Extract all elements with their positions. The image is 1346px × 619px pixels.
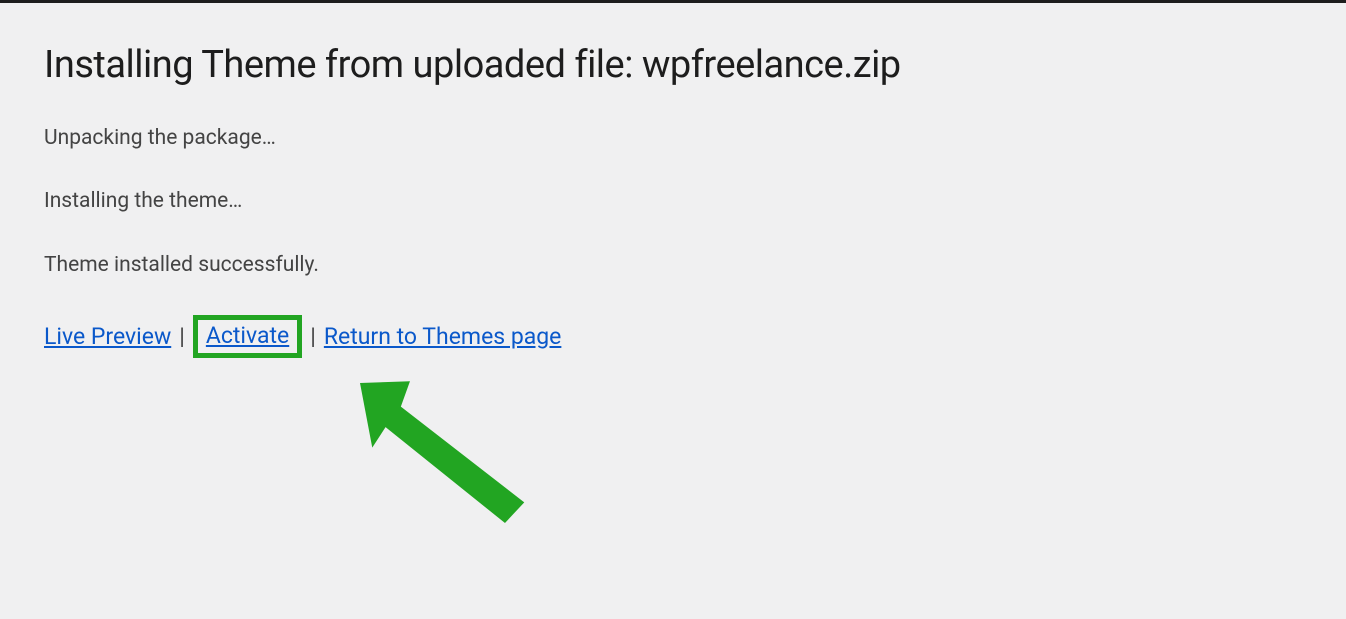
- separator: |: [310, 323, 316, 350]
- live-preview-link[interactable]: Live Preview: [44, 323, 171, 350]
- return-themes-link[interactable]: Return to Themes page: [324, 323, 562, 350]
- annotation-highlight-box: Activate: [193, 315, 302, 358]
- status-unpacking: Unpacking the package…: [44, 125, 1302, 152]
- annotation-arrow-icon: [350, 353, 550, 553]
- status-installing: Installing the theme…: [44, 188, 1302, 215]
- theme-actions: Live Preview | Activate | Return to Them…: [44, 315, 1302, 358]
- separator: |: [179, 323, 185, 350]
- page-title: Installing Theme from uploaded file: wpf…: [44, 43, 1302, 87]
- status-success: Theme installed successfully.: [44, 252, 1302, 279]
- activate-link[interactable]: Activate: [206, 322, 289, 349]
